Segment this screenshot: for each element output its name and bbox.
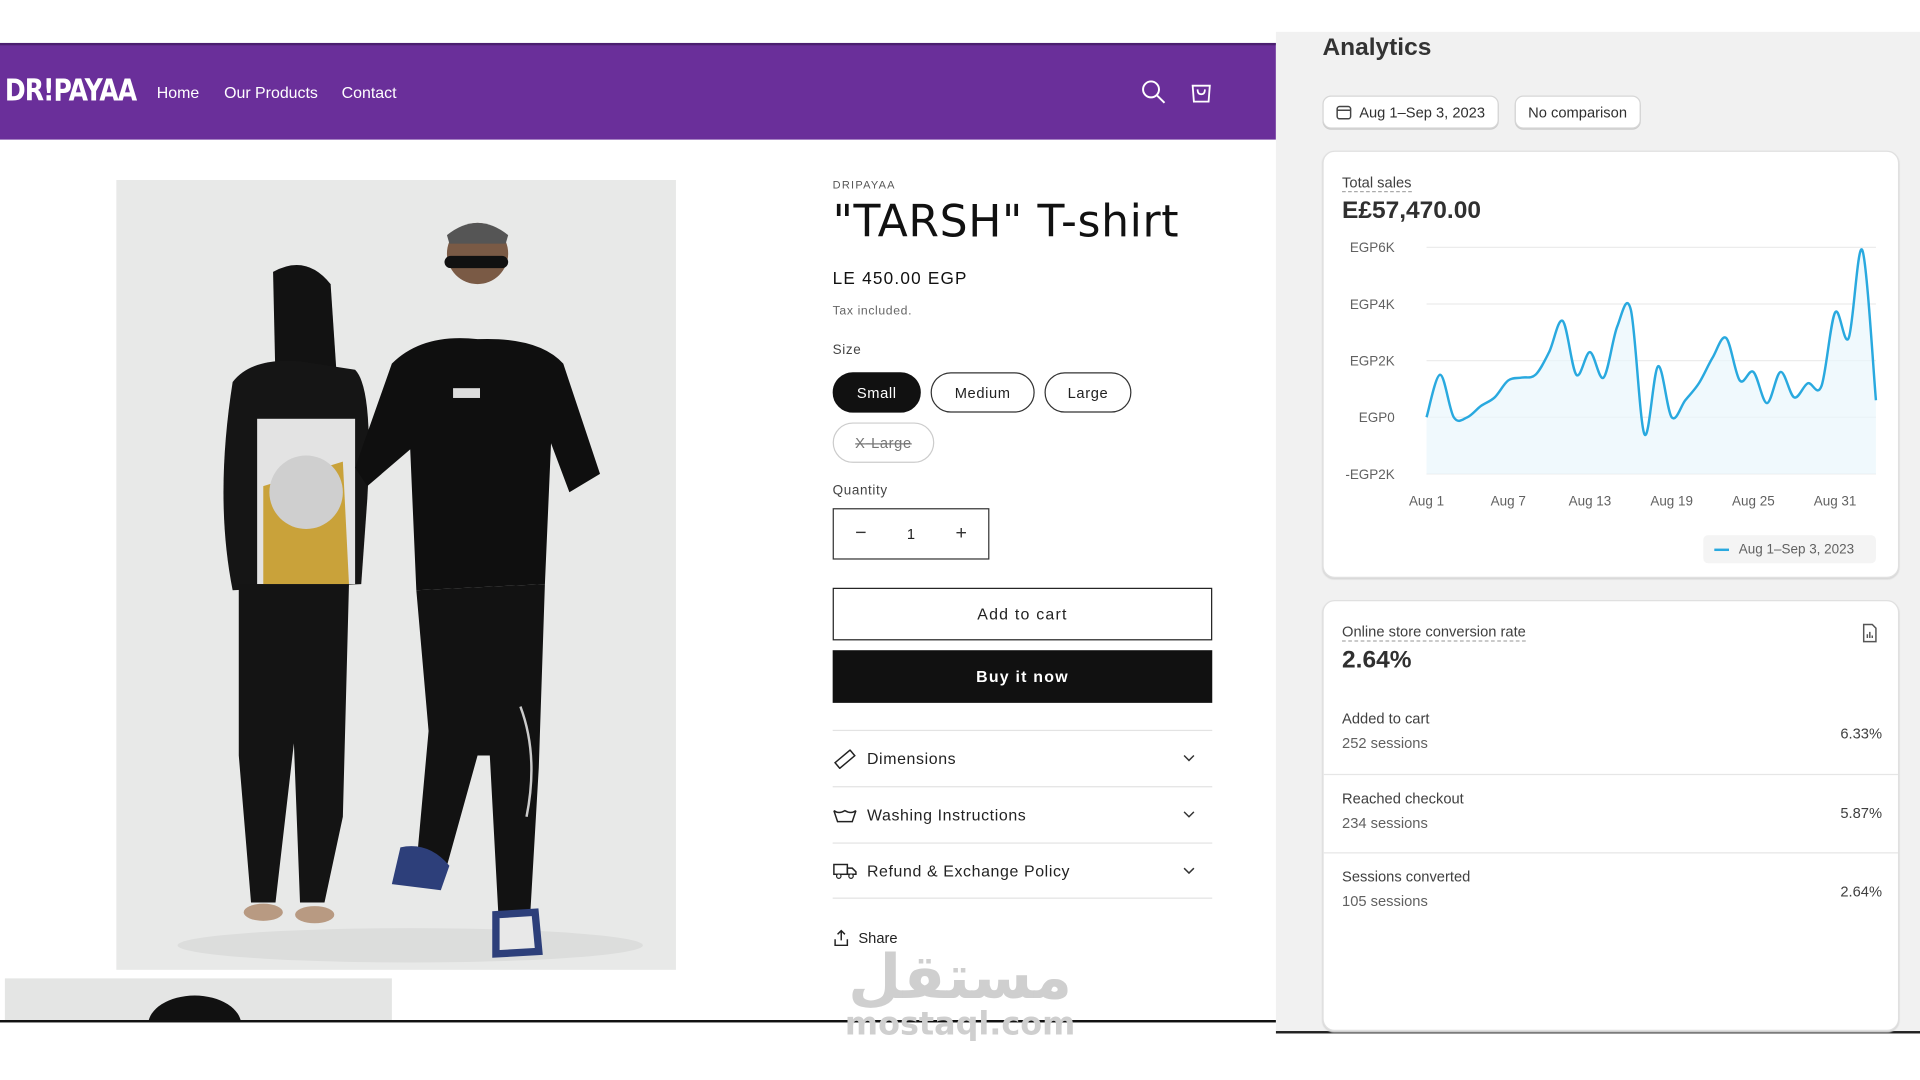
quantity-stepper: − 1 + (832, 508, 990, 560)
watermark: مستقل mostaql.com (845, 943, 1075, 1043)
report-icon[interactable] (1861, 623, 1878, 643)
date-range-picker[interactable]: Aug 1–Sep 3, 2023 (1322, 95, 1499, 129)
accordion-label: Dimensions (866, 749, 957, 768)
quantity-increase-button[interactable]: + (951, 523, 971, 545)
chevron-down-icon (1183, 811, 1195, 818)
funnel-sessions: 234 sessions (1342, 814, 1428, 832)
conversion-rate-label[interactable]: Online store conversion rate (1342, 623, 1526, 642)
search-icon[interactable] (1140, 78, 1167, 105)
funnel-percent: 2.64% (1840, 882, 1883, 901)
product-price: LE 450.00 EGP (832, 268, 968, 288)
size-option-medium[interactable]: Medium (930, 372, 1035, 413)
tax-note: Tax included. (832, 304, 913, 319)
size-label: Size (832, 342, 862, 358)
x-tick-label: Aug 13 (1569, 494, 1612, 509)
analytics-panel: Analytics Aug 1–Sep 3, 2023 No compariso… (1275, 31, 1920, 1034)
legend-swatch (1714, 547, 1729, 551)
x-tick-label: Aug 25 (1732, 494, 1775, 509)
cart-icon[interactable] (1188, 78, 1215, 105)
funnel-row-sessions-converted: Sessions converted 105 sessions 2.64% (1323, 852, 1898, 930)
y-tick-label: EGP4K (1350, 297, 1395, 312)
store-header: DR!PAYAA Home Our Products Contact (0, 42, 1276, 140)
storefront-page: DR!PAYAA Home Our Products Contact DRIPA… (0, 42, 1276, 1023)
funnel-sessions: 252 sessions (1342, 734, 1428, 752)
accordion-label: Washing Instructions (866, 805, 1027, 825)
size-option-x-large[interactable]: X-Large (832, 422, 935, 463)
x-tick-label: Aug 31 (1814, 494, 1857, 509)
funnel-percent: 6.33% (1840, 724, 1883, 743)
conversion-rate-card: Online store conversion rate 2.64% Added… (1322, 600, 1900, 1032)
accordion-refund-policy[interactable]: Refund & Exchange Policy (832, 842, 1213, 899)
size-option-large[interactable]: Large (1044, 372, 1132, 413)
quantity-decrease-button[interactable]: − (851, 523, 871, 545)
date-range-label: Aug 1–Sep 3, 2023 (1359, 103, 1486, 121)
series-area (1426, 249, 1876, 474)
y-tick-label: EGP2K (1350, 354, 1395, 369)
y-tick-label: -EGP2K (1345, 467, 1394, 482)
chart-legend: Aug 1–Sep 3, 2023 (1703, 535, 1876, 564)
watermark-latin: mostaql.com (844, 1006, 1076, 1044)
analytics-title: Analytics (1322, 34, 1432, 62)
total-sales-card: Total sales E£57,470.00 EGP6K EGP4K EGP2K E… (1322, 150, 1900, 578)
truck-icon (833, 863, 857, 879)
chevron-down-icon (1183, 867, 1195, 875)
x-tick-label: Aug 1 (1409, 494, 1444, 509)
funnel-label: Sessions converted (1342, 868, 1471, 886)
nav-our-products[interactable]: Our Products (224, 83, 318, 101)
brand-logo[interactable]: DR!PAYAA (5, 72, 137, 108)
y-tick-label: EGP0 (1359, 410, 1395, 425)
conversion-rate-value: 2.64% (1342, 646, 1412, 674)
y-tick-label: EGP6K (1350, 240, 1395, 255)
funnel-label: Added to cart (1342, 710, 1430, 728)
screenshot-stage: DR!PAYAA Home Our Products Contact DRIPA… (0, 0, 1920, 1078)
comparison-picker[interactable]: No comparison (1514, 95, 1641, 129)
product-vendor: DRIPAYAA (832, 178, 896, 192)
chevron-down-icon (1183, 754, 1195, 762)
funnel-sessions: 105 sessions (1342, 892, 1428, 910)
calendar-icon (1336, 105, 1352, 120)
size-option-small[interactable]: Small (832, 372, 921, 413)
funnel-row-added-to-cart: Added to cart 252 sessions 6.33% (1324, 696, 1898, 774)
washing-icon (833, 809, 857, 822)
product-title: "TARSH" T-shirt (832, 197, 1180, 248)
total-sales-label[interactable]: Total sales (1342, 174, 1412, 193)
accordion-washing-instructions[interactable]: Washing Instructions (832, 786, 1213, 842)
funnel-label: Reached checkout (1342, 789, 1464, 807)
x-tick-label: Aug 19 (1650, 494, 1693, 509)
x-tick-label: Aug 7 (1491, 494, 1526, 509)
buy-it-now-button[interactable]: Buy it now (832, 650, 1213, 703)
funnel-percent: 5.87% (1840, 804, 1883, 822)
watermark-arabic: مستقل (848, 941, 1073, 1013)
nav-contact[interactable]: Contact (342, 83, 397, 101)
accordion-label: Refund & Exchange Policy (866, 861, 1071, 880)
legend-label: Aug 1–Sep 3, 2023 (1738, 541, 1855, 557)
add-to-cart-button[interactable]: Add to cart (832, 587, 1213, 641)
product-image[interactable] (116, 180, 676, 970)
quantity-value[interactable]: 1 (907, 525, 915, 542)
sales-line-chart[interactable]: EGP6K EGP4K EGP2K EGP0 -EGP2K Aug 1 Aug 7 Aug 1… (1324, 233, 1900, 527)
funnel-row-reached-checkout: Reached checkout 234 sessions 5.87% (1323, 773, 1898, 852)
total-sales-value: E£57,470.00 (1342, 197, 1481, 225)
nav-home[interactable]: Home (157, 83, 199, 101)
ruler-icon (834, 748, 856, 769)
product-thumbnail[interactable] (4, 978, 392, 1021)
accordion-dimensions[interactable]: Dimensions (832, 729, 1213, 786)
quantity-label: Quantity (832, 483, 888, 499)
